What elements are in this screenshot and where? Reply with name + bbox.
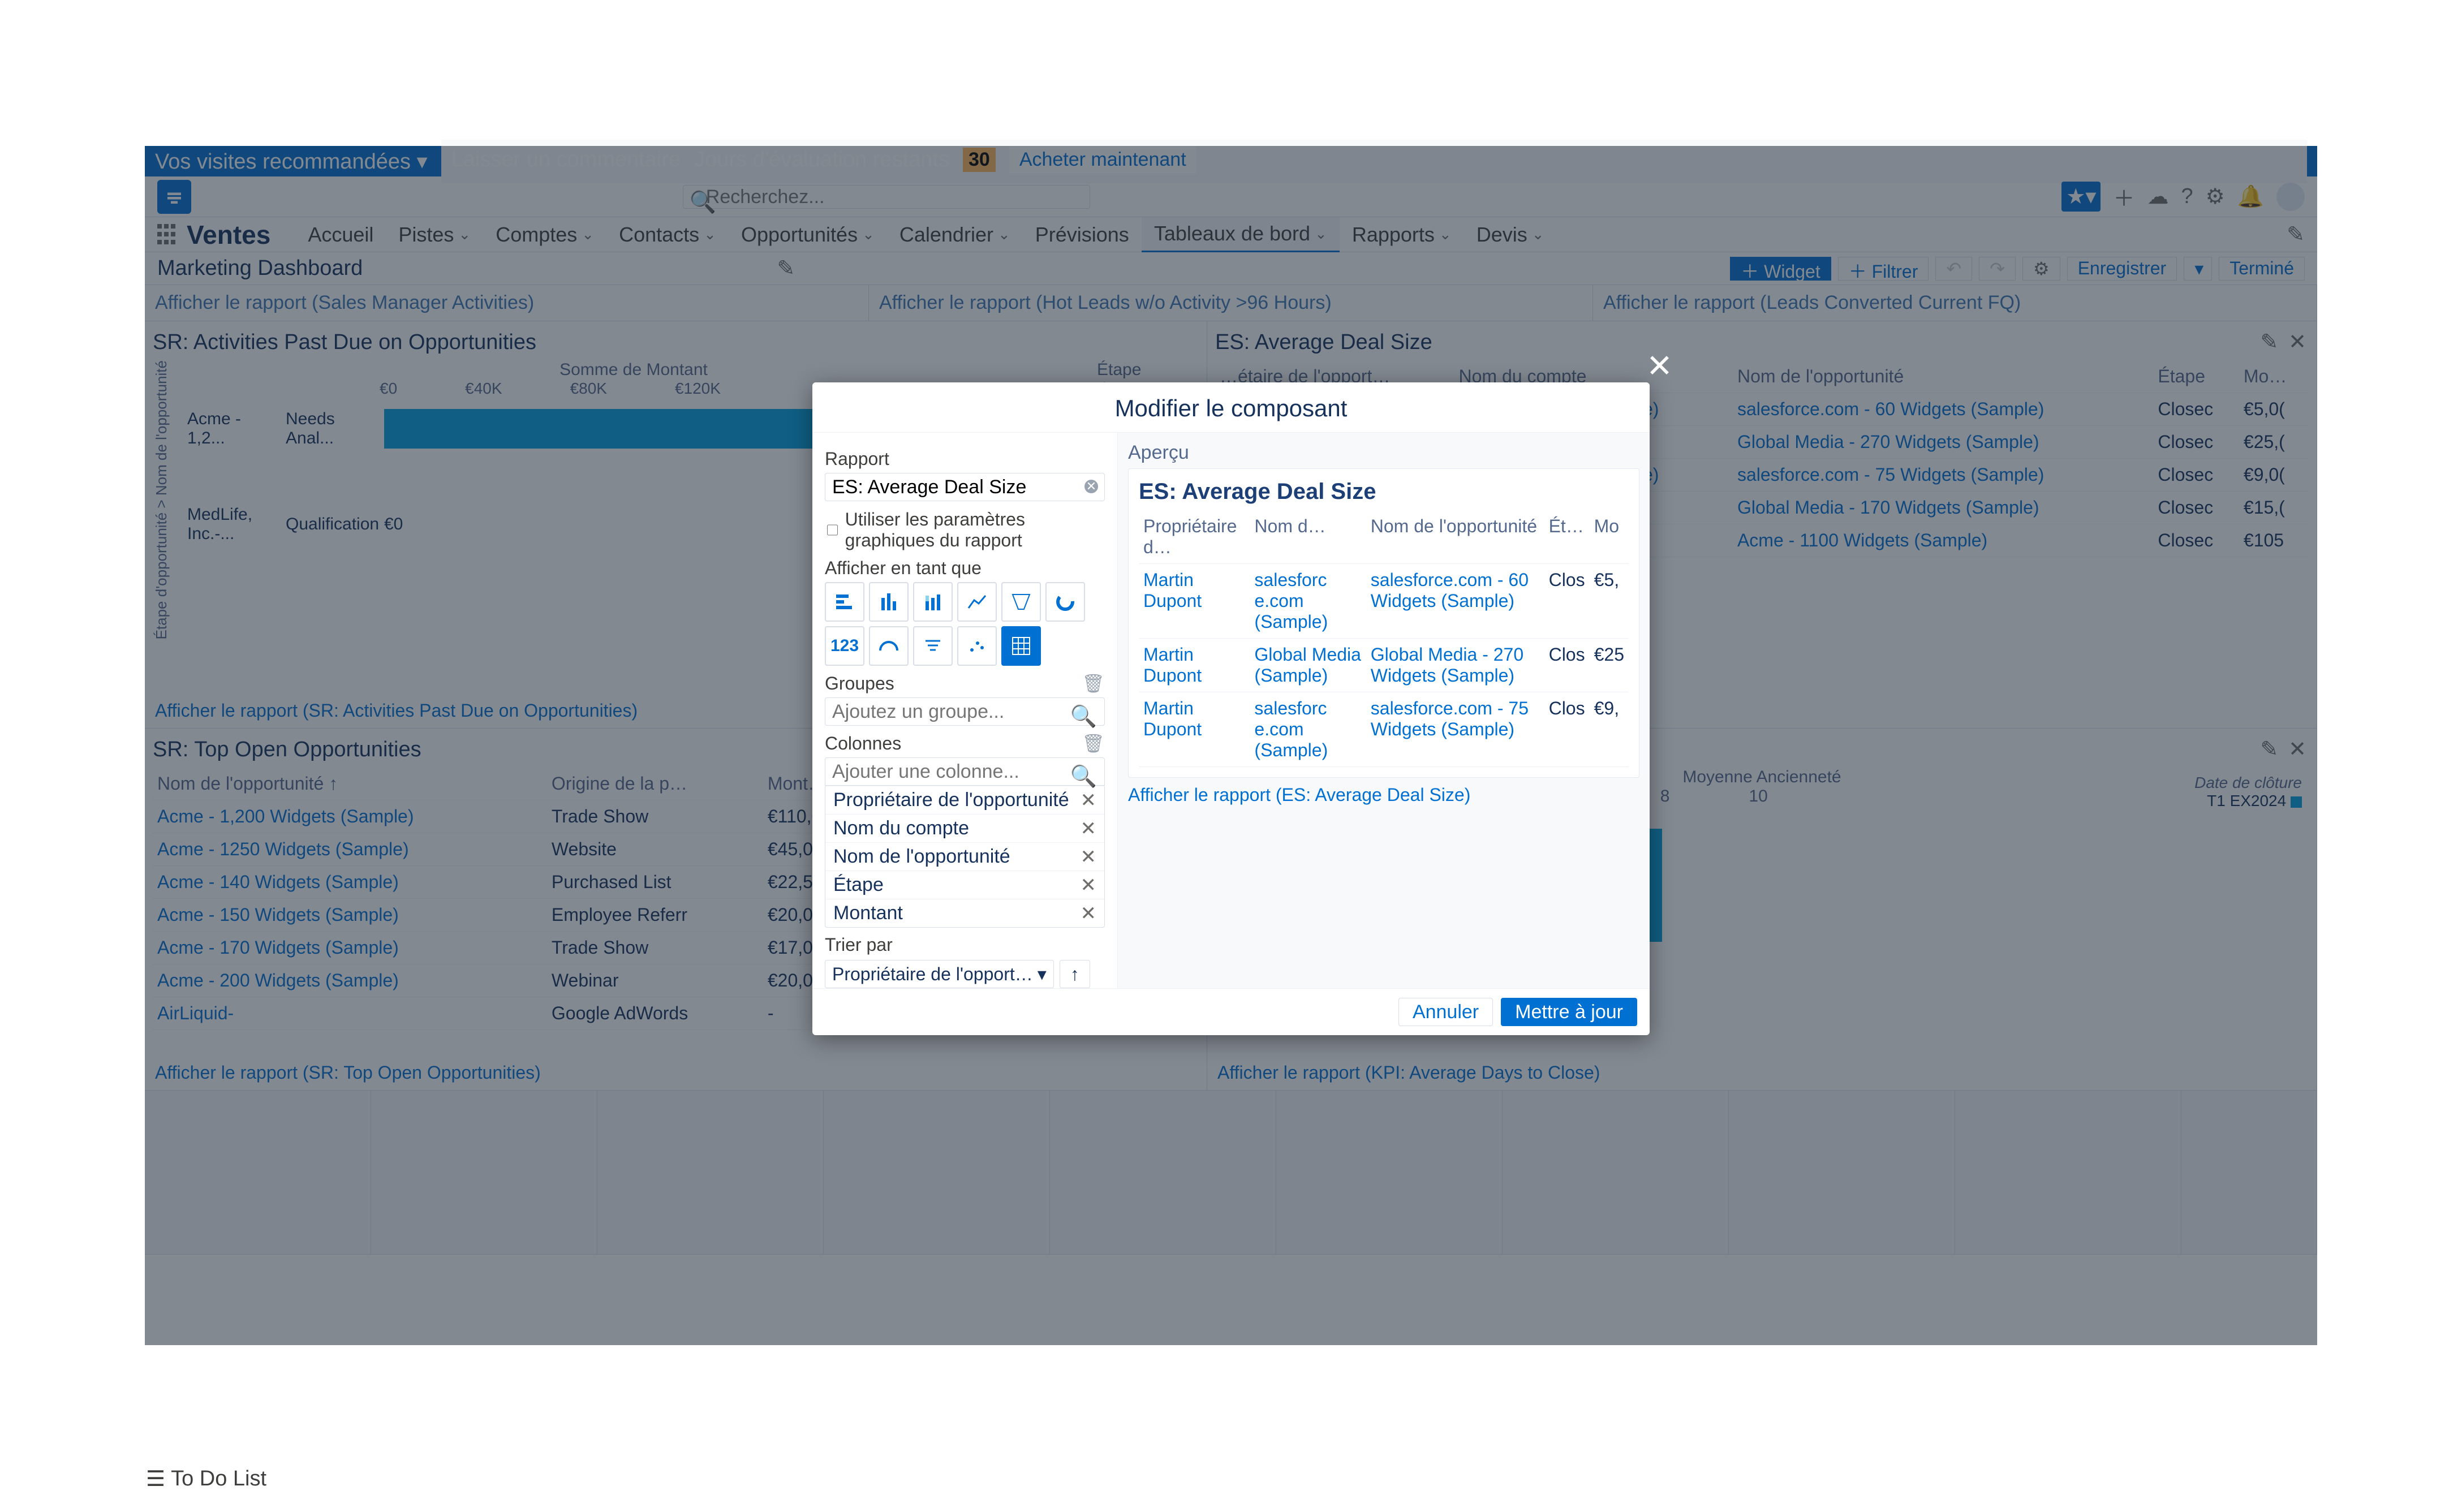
group-input[interactable] [825, 697, 1105, 726]
cancel-button[interactable]: Annuler [1398, 998, 1493, 1026]
chart-line-icon[interactable] [957, 582, 997, 622]
remove-icon[interactable]: ✕ [1081, 902, 1097, 925]
app-frame: Vos visites recommandées ▾ Laisser un co… [145, 146, 2317, 1345]
sort-field-select[interactable]: Propriétaire de l'opport… ▾ [825, 960, 1054, 988]
column-input[interactable] [825, 757, 1105, 786]
modal-left-panel: Rapport ✕ Utiliser les paramètres graphi… [812, 433, 1118, 988]
modal-title: Modifier le composant [812, 382, 1650, 433]
display-as-picker: 123 [825, 582, 1105, 666]
remove-icon[interactable]: ✕ [1081, 789, 1097, 812]
remove-icon[interactable]: ✕ [1081, 874, 1097, 897]
column-item[interactable]: Propriétaire de l'opportunité✕ [825, 786, 1104, 814]
chart-bar-h-icon[interactable] [825, 582, 864, 622]
gauge-icon[interactable] [869, 626, 909, 666]
remove-icon[interactable]: ✕ [1081, 846, 1097, 868]
list-icon: ☰ [146, 1466, 165, 1492]
search-icon: 🔍 [1070, 764, 1097, 789]
table-icon[interactable] [1001, 626, 1041, 666]
chart-bar-v-icon[interactable] [869, 582, 909, 622]
columns-label: Colonnes🗑 [825, 733, 1105, 754]
modal-footer: Annuler Mettre à jour [812, 988, 1650, 1035]
preview-title: ES: Average Deal Size [1139, 479, 1629, 505]
sort-direction-button[interactable]: ↑ [1060, 960, 1090, 988]
chart-scatter-icon[interactable] [957, 626, 997, 666]
column-item[interactable]: Montant✕ [825, 899, 1104, 927]
remove-icon[interactable]: ✕ [1081, 817, 1097, 840]
use-chart-params-checkbox[interactable]: Utiliser les paramètres graphiques du ra… [825, 509, 1105, 551]
update-button[interactable]: Mettre à jour [1501, 998, 1637, 1026]
sort-label: Trier par [825, 934, 1105, 955]
clear-icon[interactable]: ✕ [1084, 480, 1098, 493]
chart-funnel-icon[interactable] [1001, 582, 1041, 622]
close-icon[interactable]: ✕ [1646, 347, 1673, 385]
report-label: Rapport [825, 449, 1105, 469]
groups-label: Groupes🗑 [825, 673, 1105, 694]
column-item[interactable]: Nom du compte✕ [825, 814, 1104, 842]
chart-wordcloud-icon[interactable] [913, 626, 953, 666]
metric-number-icon[interactable]: 123 [825, 626, 864, 666]
display-as-label: Afficher en tant que [825, 558, 1105, 579]
preview-card: ES: Average Deal Size Propriétaire d…Nom… [1128, 468, 1639, 778]
search-icon: 🔍 [1070, 704, 1097, 729]
column-item[interactable]: Étape✕ [825, 871, 1104, 899]
report-input[interactable] [825, 473, 1105, 501]
preview-table: Propriétaire d…Nom d…Nom de l'opportunit… [1139, 510, 1629, 767]
chevron-down-icon: ▾ [1038, 963, 1047, 985]
trash-icon[interactable]: 🗑 [1082, 733, 1105, 754]
modal-preview-panel: Aperçu ES: Average Deal Size Propriétair… [1118, 433, 1650, 988]
report-combobox[interactable]: ✕ [825, 473, 1105, 501]
edit-component-modal: Modifier le composant Rapport ✕ Utiliser… [812, 382, 1650, 1035]
preview-label: Aperçu [1128, 442, 1639, 464]
trash-icon[interactable]: 🗑 [1082, 673, 1105, 694]
chart-stacked-icon[interactable] [913, 582, 953, 622]
chart-donut-icon[interactable] [1045, 582, 1085, 622]
column-item[interactable]: Nom de l'opportunité✕ [825, 842, 1104, 871]
todo-list-link[interactable]: ☰To Do List [146, 1466, 266, 1492]
preview-view-report-link[interactable]: Afficher le rapport (ES: Average Deal Si… [1128, 785, 1639, 805]
